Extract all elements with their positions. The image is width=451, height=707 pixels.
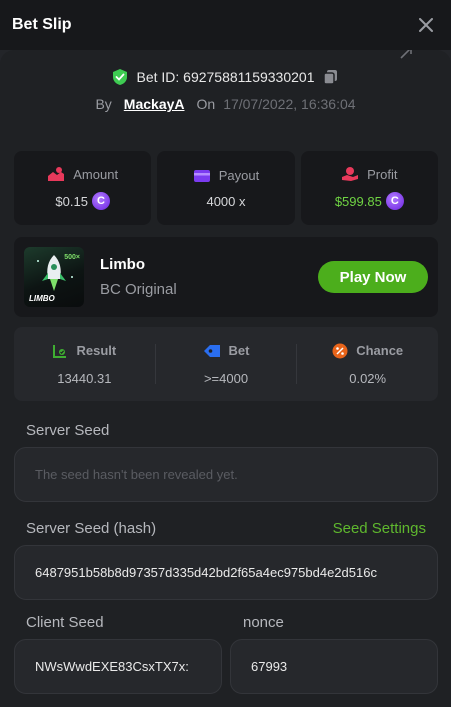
bet-label: Bet [228,343,250,358]
server-seed-label: Server Seed [26,422,110,439]
result-chart-icon [53,344,67,358]
client-seed-label: Client Seed [26,614,104,631]
bet-id-row: Bet ID: 69275881159330201 [0,68,451,86]
seed-settings-link[interactable]: Seed Settings [333,520,426,537]
stat-profit: Profit $599.85 C [300,151,438,225]
client-seed-field[interactable]: NWsWwdEXE83CsxTX7x: [14,639,222,694]
server-seed-field[interactable]: The seed hasn't been revealed yet. [14,447,438,502]
result-value: 13440.31 [57,370,112,386]
bet-col: Bet >=4000 [156,343,297,386]
wallet-icon [193,169,210,182]
chance-value: 0.02% [349,370,387,386]
close-icon [419,18,433,32]
stat-amount: Amount $0.15 C [14,151,152,225]
server-seed-hash-field[interactable]: 6487951b58b8d97357d335d42bd2f65a4ec975bd… [14,545,438,600]
stat-payout: Payout 4000 x [157,151,295,225]
header: Bet Slip [0,0,451,50]
nonce-field[interactable]: 67993 [230,639,438,694]
payout-label: Payout [218,168,260,183]
chance-col: Chance 0.02% [297,343,438,386]
bet-slip-body: Bet ID: 69275881159330201 By MackayA On … [0,50,451,707]
game-name: Limbo [100,256,145,273]
tag-icon [203,344,220,357]
game-subtitle: BC Original [100,281,177,298]
percent-icon [332,343,348,358]
game-card: 500× LIMBO Limbo BC Original Play Now [14,237,438,317]
on-label: On [196,96,216,112]
result-panel: Result 13440.31 Bet >=4000 Chance 0.02% [14,327,438,401]
amount-label: Amount [73,166,119,182]
chance-label: Chance [356,343,404,358]
bcd-coin-icon: C [91,192,110,210]
by-label: By [95,96,112,112]
profit-label: Profit [367,166,398,182]
thumb-multiplier: 500× [64,254,80,261]
bcd-coin-icon: C [385,192,404,210]
bet-date: 17/07/2022, 16:36:04 [223,96,356,112]
username-link[interactable]: MackayA [124,96,185,112]
copy-icon[interactable] [322,69,339,85]
shield-check-icon [113,69,128,85]
close-button[interactable] [413,12,439,38]
profit-hand-icon [342,167,359,181]
play-now-button[interactable]: Play Now [318,261,428,293]
amount-icon [48,167,65,181]
bet-value: >=4000 [203,370,249,386]
bet-author-row: By MackayA On 17/07/2022, 16:36:04 [0,96,451,112]
amount-value: $0.15 [55,193,88,209]
server-seed-hash-label: Server Seed (hash) [26,520,157,537]
limbo-thumbnail[interactable]: 500× LIMBO [24,247,84,307]
page-title: Bet Slip [12,16,72,33]
nonce-label: nonce [243,614,284,631]
profit-value: $599.85 [334,193,382,209]
result-col: Result 13440.31 [14,343,155,386]
stats-row: Amount $0.15 C Payout 4000 x Profit $599… [14,151,438,225]
thumb-logo-text: LIMBO [29,294,55,303]
share-icon[interactable] [399,50,413,60]
payout-value: 4000 x [206,193,246,209]
bet-id: Bet ID: 69275881159330201 [136,69,315,85]
result-label: Result [76,343,117,358]
